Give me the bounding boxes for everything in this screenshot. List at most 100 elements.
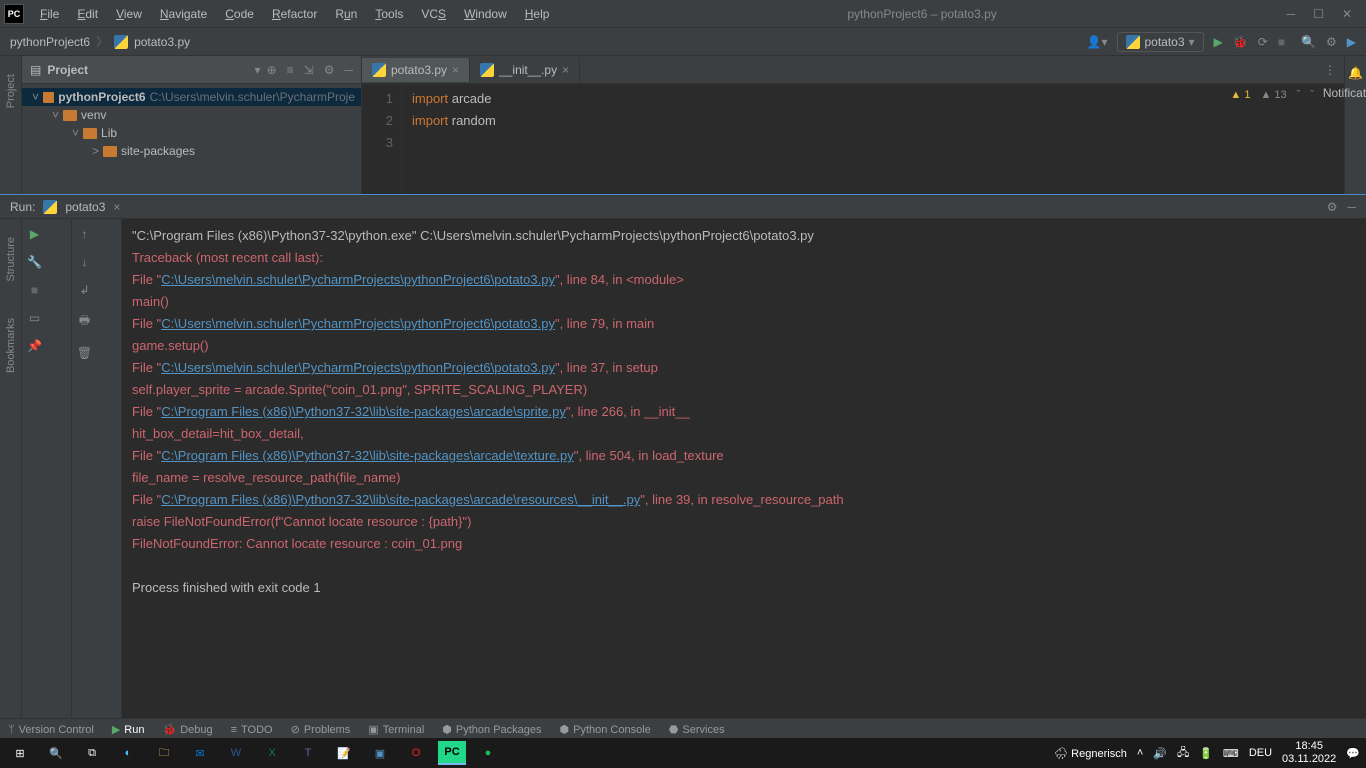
- tray-chevron[interactable]: ˄: [1137, 747, 1143, 759]
- file-link[interactable]: C:\Users\melvin.schuler\PycharmProjects\…: [161, 272, 555, 287]
- stop-button[interactable]: ■: [31, 283, 38, 297]
- project-tool-button[interactable]: Project: [5, 66, 17, 116]
- locate-icon[interactable]: ⊕: [267, 63, 277, 77]
- down-stack-icon[interactable]: ↓: [82, 255, 88, 269]
- close-button[interactable]: ✕: [1342, 7, 1352, 21]
- tab-debug[interactable]: 🐞Debug: [162, 723, 212, 736]
- wrench-icon[interactable]: 🔧: [27, 255, 42, 269]
- explorer-icon[interactable]: 🗀: [150, 741, 178, 765]
- menu-tools[interactable]: Tools: [367, 3, 411, 25]
- weather-widget[interactable]: 🌧 Regnerisch: [1054, 747, 1127, 760]
- task-view-button[interactable]: ⧉: [78, 741, 106, 765]
- spotify-icon[interactable]: ●: [474, 741, 502, 765]
- notifications-icon[interactable]: 🔔: [1348, 66, 1363, 80]
- start-button[interactable]: ⊞: [6, 741, 34, 765]
- coverage-button[interactable]: ⟳: [1258, 35, 1268, 49]
- breadcrumb-project[interactable]: pythonProject6: [10, 35, 90, 49]
- trash-icon[interactable]: 🗑: [77, 346, 92, 360]
- add-user-icon[interactable]: 👤▾: [1087, 35, 1108, 49]
- outlook-icon[interactable]: ✉: [186, 741, 214, 765]
- tab-vcs[interactable]: ᛘVersion Control: [8, 724, 94, 736]
- run-config-selector[interactable]: potato3 ▾: [1117, 32, 1203, 52]
- editor-tab-init[interactable]: __init__.py ×: [470, 58, 580, 82]
- tab-problems[interactable]: ⊘Problems: [291, 723, 351, 736]
- action-center-icon[interactable]: 💬: [1346, 747, 1360, 760]
- console-output[interactable]: "C:\Program Files (x86)\Python37-32\pyth…: [122, 219, 1366, 718]
- chevron-down-icon[interactable]: ˇ: [1310, 89, 1314, 101]
- maximize-button[interactable]: ☐: [1313, 7, 1324, 21]
- tab-terminal[interactable]: ▣Terminal: [368, 723, 424, 736]
- structure-tool-button[interactable]: Structure: [5, 229, 17, 290]
- close-tab-icon[interactable]: ×: [562, 63, 569, 77]
- inspection-widget[interactable]: ▲ 1 ▲ 13 ˆ ˇ: [1230, 89, 1314, 101]
- print-icon[interactable]: 🖶: [79, 311, 90, 332]
- tree-root[interactable]: ˅ pythonProject6 C:\Users\melvin.schuler…: [22, 88, 361, 106]
- hide-panel-icon[interactable]: ─: [1347, 200, 1356, 214]
- tree-venv[interactable]: ˅ venv: [22, 106, 361, 124]
- teams-icon[interactable]: T: [294, 741, 322, 765]
- settings-icon[interactable]: ⚙: [1326, 35, 1337, 49]
- code-content[interactable]: import arcade import random: [402, 84, 496, 194]
- hide-panel-icon[interactable]: ─: [344, 63, 353, 77]
- chevron-up-icon[interactable]: ˆ: [1297, 89, 1301, 101]
- file-link[interactable]: C:\Program Files (x86)\Python37-32\lib\s…: [161, 404, 566, 419]
- file-link[interactable]: C:\Program Files (x86)\Python37-32\lib\s…: [161, 492, 640, 507]
- pin-icon[interactable]: 📌: [27, 339, 42, 353]
- tab-run[interactable]: ▶Run: [112, 723, 145, 736]
- tab-services[interactable]: ⬣Services: [669, 723, 725, 736]
- expand-all-icon[interactable]: ≡: [287, 63, 294, 77]
- tab-todo[interactable]: ≡TODO: [231, 724, 273, 736]
- layout-icon[interactable]: ▭: [29, 311, 40, 325]
- close-tab-icon[interactable]: ×: [452, 63, 459, 77]
- battery-icon[interactable]: 🔋: [1199, 747, 1213, 760]
- file-link[interactable]: C:\Program Files (x86)\Python37-32\lib\s…: [161, 448, 574, 463]
- project-tree[interactable]: ˅ pythonProject6 C:\Users\melvin.schuler…: [22, 84, 361, 164]
- opera-icon[interactable]: O: [402, 741, 430, 765]
- close-run-tab-icon[interactable]: ×: [113, 200, 120, 214]
- notepad-icon[interactable]: 📝: [330, 741, 358, 765]
- minimize-button[interactable]: ─: [1287, 7, 1296, 21]
- edge-icon[interactable]: ◐: [114, 741, 142, 765]
- tree-site-packages[interactable]: ˃ site-packages: [22, 142, 361, 160]
- debug-button[interactable]: 🐞: [1233, 35, 1248, 49]
- gear-icon[interactable]: ⚙: [1327, 200, 1338, 214]
- menu-view[interactable]: View: [108, 3, 150, 25]
- tree-lib[interactable]: ˅ Lib: [22, 124, 361, 142]
- gear-icon[interactable]: ⚙: [324, 63, 335, 77]
- stop-button[interactable]: ■: [1278, 35, 1285, 49]
- up-stack-icon[interactable]: ↑: [82, 227, 88, 241]
- editor-body[interactable]: 123 import arcade import random ▲ 1 ▲ 13…: [362, 84, 1344, 194]
- run-button[interactable]: ▶: [1214, 35, 1223, 49]
- tab-packages[interactable]: ⬢Python Packages: [442, 723, 541, 736]
- menu-help[interactable]: Help: [517, 3, 558, 25]
- menu-run[interactable]: Run: [327, 3, 365, 25]
- word-icon[interactable]: W: [222, 741, 250, 765]
- menu-window[interactable]: Window: [456, 3, 515, 25]
- terminal-app-icon[interactable]: ▣: [366, 741, 394, 765]
- tab-options-icon[interactable]: ⋮: [1316, 63, 1344, 77]
- network-icon[interactable]: 🖧: [1177, 744, 1189, 763]
- menu-refactor[interactable]: Refactor: [264, 3, 325, 25]
- menu-vcs[interactable]: VCS: [413, 3, 454, 25]
- menu-code[interactable]: Code: [217, 3, 262, 25]
- soft-wrap-icon[interactable]: ↲: [79, 283, 89, 297]
- learn-icon[interactable]: ▶: [1347, 35, 1356, 49]
- clock[interactable]: 18:45 03.11.2022: [1282, 740, 1336, 766]
- bookmarks-tool-button[interactable]: Bookmarks: [5, 310, 17, 381]
- breadcrumb-file[interactable]: potato3.py: [134, 35, 190, 49]
- file-link[interactable]: C:\Users\melvin.schuler\PycharmProjects\…: [161, 360, 555, 375]
- chevron-down-icon[interactable]: ▾: [255, 63, 261, 77]
- language-indicator[interactable]: DEU: [1249, 747, 1272, 759]
- excel-icon[interactable]: X: [258, 741, 286, 765]
- search-icon[interactable]: 🔍: [1301, 35, 1316, 49]
- menu-file[interactable]: File: [32, 3, 67, 25]
- file-link[interactable]: C:\Users\melvin.schuler\PycharmProjects\…: [161, 316, 555, 331]
- tab-pyconsole[interactable]: ⬢Python Console: [560, 723, 651, 736]
- keyboard-icon[interactable]: ⌨: [1223, 747, 1239, 760]
- collapse-all-icon[interactable]: ⇲: [304, 63, 314, 77]
- search-button[interactable]: 🔍: [42, 741, 70, 765]
- pycharm-taskbar-icon[interactable]: PC: [438, 741, 466, 765]
- menu-edit[interactable]: Edit: [69, 3, 106, 25]
- menu-navigate[interactable]: Navigate: [152, 3, 215, 25]
- rerun-button[interactable]: ▶: [30, 227, 39, 241]
